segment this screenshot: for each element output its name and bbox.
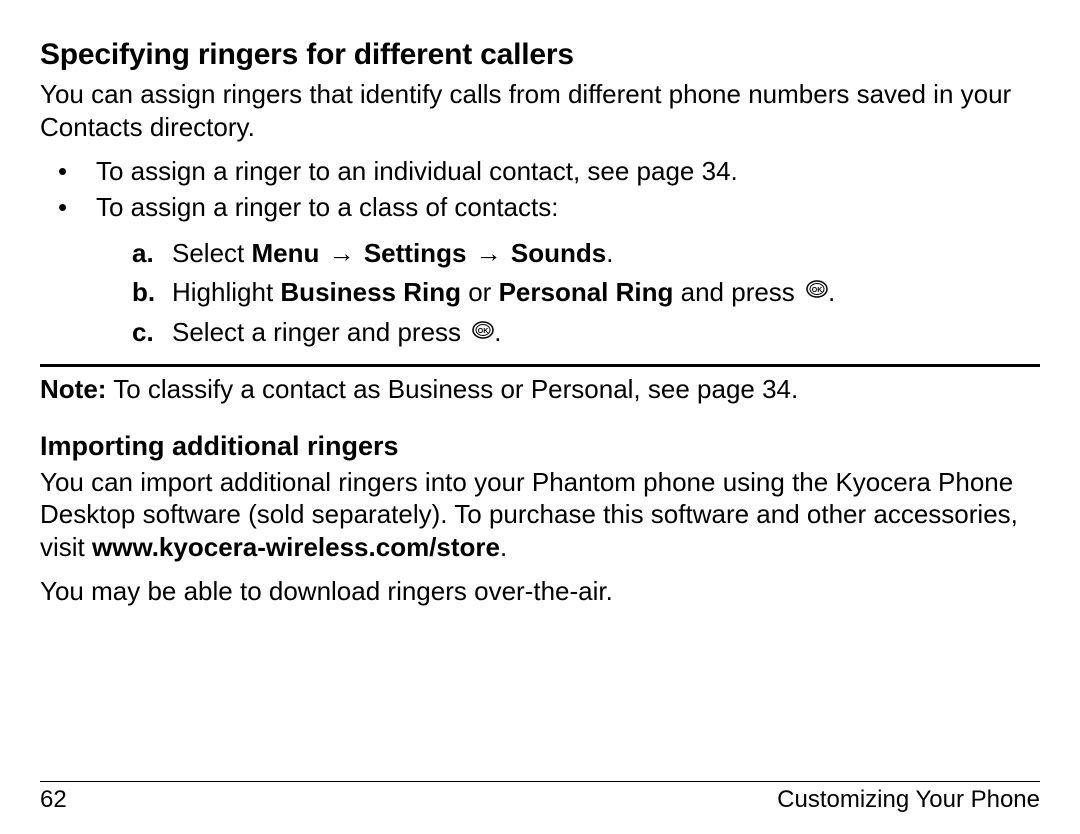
- footer-rule: [40, 781, 1040, 782]
- svg-text:OK: OK: [478, 328, 489, 335]
- period: .: [606, 238, 613, 268]
- bullet-item-class: To assign a ringer to a class of contact…: [40, 189, 1040, 225]
- period: .: [494, 317, 501, 347]
- substep-b: b. Highlight Business Ring or Personal R…: [40, 273, 1040, 314]
- bullet-item-individual: To assign a ringer to an individual cont…: [40, 153, 1040, 189]
- manual-page: Specifying ringers for different callers…: [0, 0, 1080, 834]
- note-text: To classify a contact as Business or Per…: [106, 374, 798, 404]
- substep-c-main: Select a ringer and press: [172, 317, 468, 347]
- business-ring-label: Business Ring: [280, 277, 461, 307]
- arrow-icon: →: [466, 238, 510, 268]
- svg-text:OK: OK: [812, 287, 823, 294]
- menu-path-menu: Menu: [252, 238, 320, 268]
- substep-b-pre: Highlight: [172, 277, 280, 307]
- bullet-list: To assign a ringer to an individual cont…: [40, 153, 1040, 226]
- period: .: [828, 277, 835, 307]
- page-number: 62: [40, 786, 67, 814]
- menu-path-settings: Settings: [364, 238, 467, 268]
- personal-ring-label: Personal Ring: [499, 277, 674, 307]
- substep-marker: a.: [132, 234, 154, 273]
- ok-button-icon: OK: [472, 313, 494, 352]
- note-paragraph: Note: To classify a contact as Business …: [40, 373, 1040, 407]
- import-paragraph-2: You may be able to download ringers over…: [40, 575, 1040, 608]
- store-url: www.kyocera-wireless.com/store: [92, 532, 500, 562]
- substep-c: c. Select a ringer and press OK.: [40, 313, 1040, 354]
- note-label: Note:: [40, 374, 106, 404]
- arrow-icon: →: [319, 238, 363, 268]
- import-paragraph-1: You can import additional ringers into y…: [40, 466, 1040, 564]
- ok-button-icon: OK: [806, 272, 828, 311]
- substep-a-text: Select Menu → Settings → Sounds.: [172, 238, 613, 268]
- period: .: [500, 532, 507, 562]
- substep-a-pre: Select: [172, 238, 252, 268]
- chapter-title: Customizing Your Phone: [777, 786, 1040, 814]
- substep-c-text: Select a ringer and press OK.: [172, 317, 502, 347]
- substep-b-text: Highlight Business Ring or Personal Ring…: [172, 277, 835, 307]
- substep-marker: c.: [132, 313, 154, 352]
- page-footer: 62 Customizing Your Phone: [40, 781, 1040, 814]
- substep-marker: b.: [132, 273, 155, 312]
- and-press-text: and press: [673, 277, 802, 307]
- menu-path-sounds: Sounds: [511, 238, 606, 268]
- section-heading-importing-ringers: Importing additional ringers: [40, 431, 1040, 462]
- section-heading-specifying-ringers: Specifying ringers for different callers: [40, 38, 1040, 72]
- intro-paragraph: You can assign ringers that identify cal…: [40, 78, 1040, 143]
- note-divider: [40, 364, 1040, 367]
- or-text: or: [461, 277, 499, 307]
- sub-steps-list: a. Select Menu → Settings → Sounds. b. H…: [40, 234, 1040, 354]
- substep-a: a. Select Menu → Settings → Sounds.: [40, 234, 1040, 273]
